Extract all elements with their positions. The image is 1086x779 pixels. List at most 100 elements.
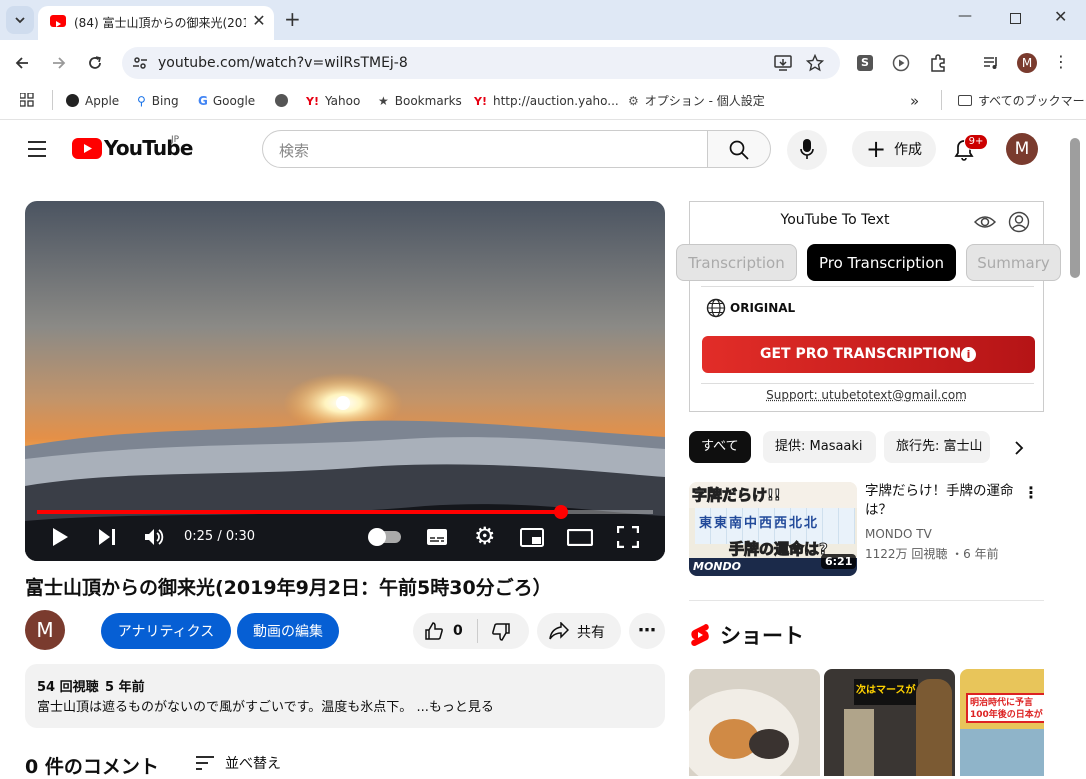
chip-destination[interactable]: 旅行先: 富士山 — [884, 431, 990, 463]
recommended-channel[interactable]: MONDO TV — [865, 527, 932, 541]
tab-transcription[interactable]: Transcription — [676, 244, 797, 281]
more-actions-icon[interactable]: ⋯ — [629, 613, 665, 649]
bookmark-yahoo[interactable]: Y! Yahoo — [306, 92, 360, 110]
short-thumbnail-3[interactable]: 明治時代に予言 100年後の日本が — [960, 669, 1044, 776]
bookmark-bing[interactable]: ⚲ Bing — [137, 92, 179, 110]
youtube-logo-text[interactable]: YouTube — [104, 136, 193, 160]
search-icon — [729, 140, 749, 160]
sunrise-video-frame — [25, 201, 665, 561]
recommended-title[interactable]: 字牌だらけ！手牌の運命は？ — [865, 482, 1025, 520]
site-info-icon[interactable] — [132, 55, 148, 71]
extension-s-icon[interactable]: S — [857, 55, 873, 71]
globe-icon[interactable] — [706, 298, 726, 318]
show-more-link[interactable]: ...もっと見る — [416, 700, 493, 715]
notification-badge: 9+ — [964, 134, 988, 150]
bookmark-globe[interactable] — [275, 92, 288, 110]
share-button[interactable]: 共有 — [537, 613, 621, 649]
chip-all[interactable]: すべて — [689, 431, 751, 463]
dislike-button[interactable] — [478, 613, 529, 649]
video-title: 富士山頂からの御来光(2019年9月2日：午前5時30分ごろ） — [25, 577, 552, 599]
url-text[interactable]: youtube.com/watch?v=wilRsTMEj-8 — [158, 55, 408, 71]
install-app-icon[interactable] — [774, 54, 792, 72]
new-tab-button[interactable]: + — [284, 9, 301, 29]
maximize-button[interactable] — [1010, 13, 1021, 24]
forward-button[interactable] — [45, 49, 73, 77]
next-video-icon[interactable] — [97, 528, 117, 546]
channel-avatar[interactable]: M — [25, 610, 65, 650]
short-3-line-b: 100年後の日本が — [970, 710, 1043, 720]
star-icon[interactable] — [806, 54, 824, 72]
play-circle-extension-icon[interactable] — [892, 54, 910, 72]
bookmark-auction[interactable]: Y! http://auction.yaho... — [474, 92, 619, 110]
description-text: 富士山頂は遮るものがないので風がすごいです。温度も氷点下。 ...もっと見る — [37, 696, 494, 715]
apple-icon — [66, 94, 79, 107]
browser-menu-icon[interactable]: ⋮ — [1053, 51, 1069, 73]
account-avatar[interactable]: M — [1006, 133, 1038, 165]
page-scrollbar-thumb[interactable] — [1070, 138, 1080, 278]
extension-title: YouTube To Text — [780, 212, 890, 228]
all-bookmarks-folder[interactable]: すべてのブックマーク — [958, 92, 1086, 110]
play-icon[interactable] — [51, 527, 69, 547]
bookmark-options[interactable]: ⚙ オプション - 個人設定 — [628, 92, 765, 110]
miniplayer-icon[interactable] — [520, 528, 544, 547]
search-button[interactable] — [707, 130, 771, 168]
bookmark-label: Apple — [85, 94, 120, 108]
youtube-favicon-icon — [50, 15, 66, 27]
settings-gear-icon[interactable]: ⚙ — [474, 523, 496, 549]
short-thumbnail-1[interactable] — [689, 669, 820, 776]
edit-video-button[interactable]: 動画の編集 — [237, 613, 339, 649]
more-bookmarks-chevron-icon[interactable]: » — [910, 92, 919, 110]
browser-tab[interactable]: (84) 富士山頂からの御来光(2019 ✕ — [38, 6, 274, 40]
tab-pro-transcription[interactable]: Pro Transcription — [807, 244, 956, 281]
short-thumbnail-2[interactable]: 次はマースが — [824, 669, 955, 776]
create-button[interactable]: + 作成 — [852, 131, 936, 167]
sort-label: 並べ替え — [225, 756, 281, 772]
bookmark-google[interactable]: G Google — [198, 92, 255, 110]
support-email-link[interactable]: Support: utubetotext@gmail.com — [690, 388, 1043, 402]
bookmark-label: Google — [212, 94, 256, 108]
analytics-button[interactable]: アナリティクス — [101, 613, 231, 649]
media-controls-icon[interactable] — [982, 54, 1000, 72]
get-pro-transcription-button[interactable]: GET PRO TRANSCRIPTION i — [702, 336, 1035, 373]
hamburger-menu-icon[interactable] — [27, 140, 47, 158]
description-box[interactable]: 54 回視聴 5 年前 富士山頂は遮るものがないので風がすごいです。温度も氷点下… — [25, 664, 665, 728]
close-window-button[interactable]: ✕ — [1054, 7, 1067, 26]
profile-avatar[interactable]: M — [1017, 53, 1037, 73]
apps-grid-icon[interactable] — [20, 93, 34, 107]
info-icon[interactable]: i — [961, 347, 976, 362]
voice-search-button[interactable] — [787, 130, 827, 170]
recommended-thumbnail[interactable]: 字牌だらけ!! 東東南中西西北北 手牌の運命は? MONDO 6:21 — [689, 482, 857, 576]
subtitles-icon[interactable] — [426, 528, 448, 546]
minimize-button[interactable]: — — [958, 8, 972, 24]
folder-icon — [958, 95, 972, 106]
more-options-icon[interactable]: ⋮ — [1023, 483, 1039, 502]
bookmark-label: Bookmarks — [394, 94, 462, 108]
like-button[interactable]: 0 — [413, 613, 477, 649]
youtube-logo-icon[interactable] — [72, 138, 102, 159]
bookmark-bookmarks[interactable]: ★ Bookmarks — [378, 92, 462, 110]
eye-icon[interactable] — [974, 212, 996, 232]
bookmark-apple[interactable]: Apple — [66, 92, 119, 110]
tab-summary[interactable]: Summary — [966, 244, 1061, 281]
fullscreen-icon[interactable] — [617, 526, 639, 548]
close-tab-icon[interactable]: ✕ — [250, 12, 268, 30]
user-profile-icon[interactable] — [1008, 211, 1030, 233]
extensions-puzzle-icon[interactable] — [928, 53, 948, 73]
tab-search-button[interactable] — [6, 6, 34, 34]
video-scrubber-handle[interactable] — [553, 505, 568, 519]
video-progress-track[interactable] — [37, 505, 653, 519]
reload-button[interactable] — [81, 49, 109, 77]
autoplay-toggle[interactable] — [368, 528, 401, 546]
search-input[interactable]: 検索 — [262, 130, 708, 168]
video-player[interactable]: 0:25 / 0:30 ⚙ — [25, 201, 665, 561]
address-bar[interactable]: youtube.com/watch?v=wilRsTMEj-8 — [122, 47, 840, 79]
theater-mode-icon[interactable] — [567, 529, 593, 546]
chevron-right-icon[interactable] — [1013, 441, 1025, 455]
thumb-text-bottom: 手牌の運命は? — [729, 540, 829, 559]
volume-icon[interactable] — [143, 526, 165, 548]
back-button[interactable] — [8, 49, 36, 77]
language-original-label[interactable]: ORIGINAL — [730, 301, 795, 315]
chip-provider[interactable]: 提供: Masaaki — [763, 431, 876, 463]
search-icon: ⚲ — [137, 94, 146, 108]
bookmark-label: Bing — [151, 94, 179, 108]
